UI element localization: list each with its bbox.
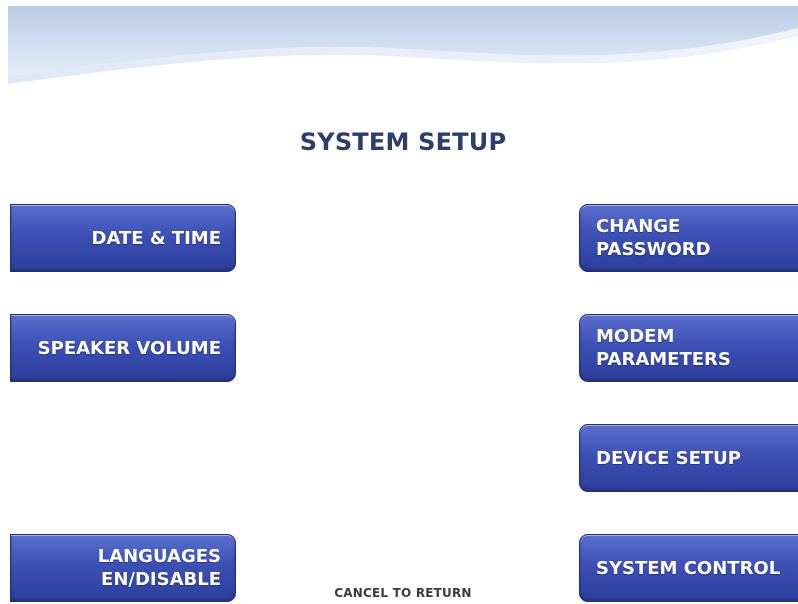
speaker-volume-label: SPEAKER VOLUME — [37, 337, 221, 359]
device-setup-label: DEVICE SETUP — [596, 447, 741, 469]
device-setup-button[interactable]: DEVICE SETUP — [579, 424, 798, 492]
system-control-label: SYSTEM CONTROL — [596, 557, 781, 579]
atm-screen: SYSTEM SETUP DATE & TIME SPEAKER VOLUME … — [8, 6, 798, 604]
page-title: SYSTEM SETUP — [299, 128, 507, 156]
header-wave-decoration — [8, 6, 798, 84]
cancel-instruction: CANCEL TO RETURN — [334, 586, 472, 600]
date-time-button[interactable]: DATE & TIME — [10, 204, 236, 272]
change-password-button[interactable]: CHANGE PASSWORD — [579, 204, 798, 272]
modem-parameters-label: MODEM PARAMETERS — [596, 326, 731, 370]
languages-enable-disable-label: LANGUAGES EN/DISABLE — [97, 546, 221, 590]
speaker-volume-button[interactable]: SPEAKER VOLUME — [10, 314, 236, 382]
date-time-label: DATE & TIME — [91, 227, 221, 249]
modem-parameters-button[interactable]: MODEM PARAMETERS — [579, 314, 798, 382]
change-password-label: CHANGE PASSWORD — [596, 216, 711, 260]
